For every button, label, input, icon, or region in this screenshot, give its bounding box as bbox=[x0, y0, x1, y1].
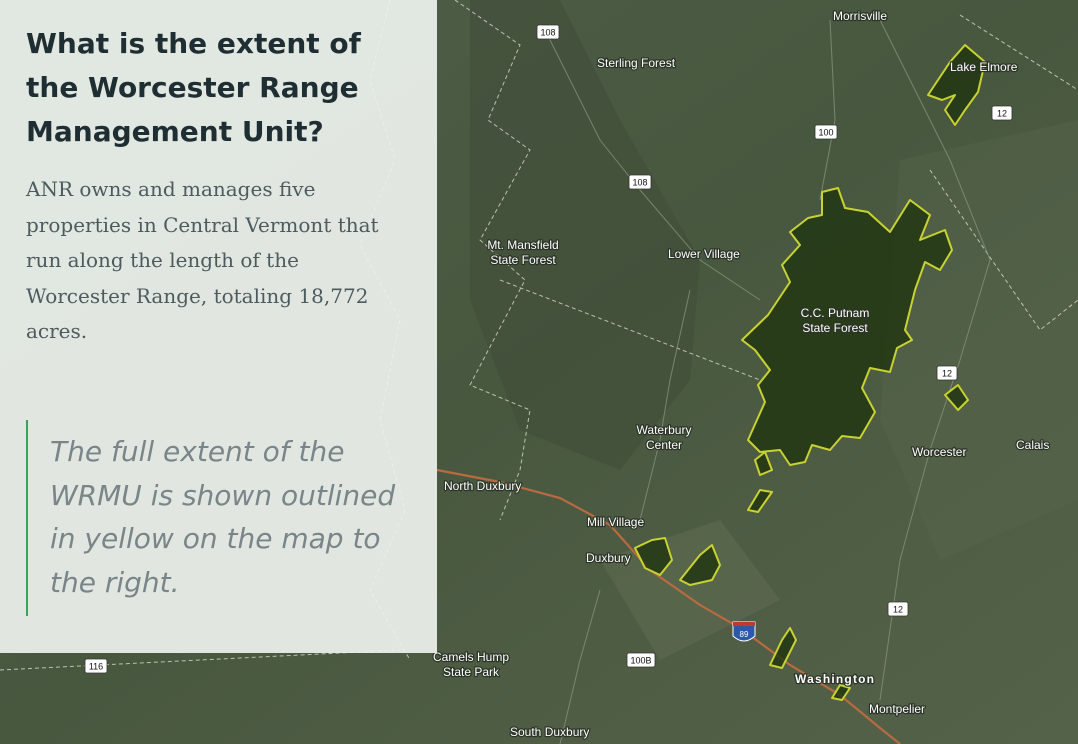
svg-text:12: 12 bbox=[942, 369, 952, 379]
label-waterbury: Waterbury bbox=[637, 423, 692, 437]
svg-text:100: 100 bbox=[818, 128, 833, 138]
label-waterbury-center: Center bbox=[646, 438, 682, 452]
route-108-shield: 108 bbox=[536, 24, 560, 40]
svg-text:108: 108 bbox=[540, 28, 555, 38]
label-montpelier: Montpelier bbox=[869, 702, 925, 716]
label-mill-village: Mill Village bbox=[587, 515, 644, 529]
label-north-duxbury: North Duxbury bbox=[444, 479, 521, 493]
svg-text:116: 116 bbox=[89, 662, 103, 672]
route-12-shield: 12 bbox=[936, 365, 958, 381]
route-100b-shield: 100B bbox=[626, 652, 656, 668]
label-lake-elmore: Lake Elmore bbox=[950, 60, 1018, 74]
label-lower-village: Lower Village bbox=[668, 247, 740, 261]
label-camels-hump: Camels Hump bbox=[433, 650, 509, 664]
label-south-duxbury: South Duxbury bbox=[510, 725, 589, 739]
route-12-shield: 12 bbox=[991, 105, 1013, 121]
interstate-89-shield: 89 bbox=[732, 621, 756, 642]
story-panel: What is the extent of the Worcester Rang… bbox=[0, 0, 437, 653]
label-mt-mansfield-sf: State Forest bbox=[490, 253, 556, 267]
label-washington: Washington bbox=[795, 672, 875, 686]
panel-body: ANR owns and manages five properties in … bbox=[26, 177, 379, 343]
route-100-shield: 100 bbox=[814, 124, 838, 140]
label-putnam: C.C. Putnam bbox=[801, 306, 870, 320]
label-putnam-sf: State Forest bbox=[802, 321, 868, 335]
label-worcester: Worcester bbox=[912, 445, 966, 459]
label-morrisville: Morrisville bbox=[833, 9, 887, 23]
svg-text:108: 108 bbox=[632, 178, 647, 188]
label-duxbury: Duxbury bbox=[586, 551, 631, 565]
route-116-shield: 116 bbox=[84, 658, 108, 674]
svg-text:12: 12 bbox=[893, 605, 903, 615]
quote-block: The full extent of the WRMU is shown out… bbox=[26, 420, 416, 616]
label-calais: Calais bbox=[1016, 438, 1049, 452]
panel-title: What is the extent of the Worcester Rang… bbox=[26, 27, 361, 148]
route-108-shield: 108 bbox=[628, 174, 652, 190]
svg-text:12: 12 bbox=[997, 109, 1007, 119]
label-sterling-forest: Sterling Forest bbox=[597, 56, 676, 70]
quote-text: The full extent of the WRMU is shown out… bbox=[50, 435, 396, 599]
svg-text:100B: 100B bbox=[630, 656, 651, 666]
svg-text:89: 89 bbox=[740, 630, 749, 639]
label-mt-mansfield: Mt. Mansfield bbox=[487, 238, 558, 252]
route-12-shield: 12 bbox=[887, 601, 909, 617]
label-camels-hump-sp: State Park bbox=[443, 665, 500, 679]
